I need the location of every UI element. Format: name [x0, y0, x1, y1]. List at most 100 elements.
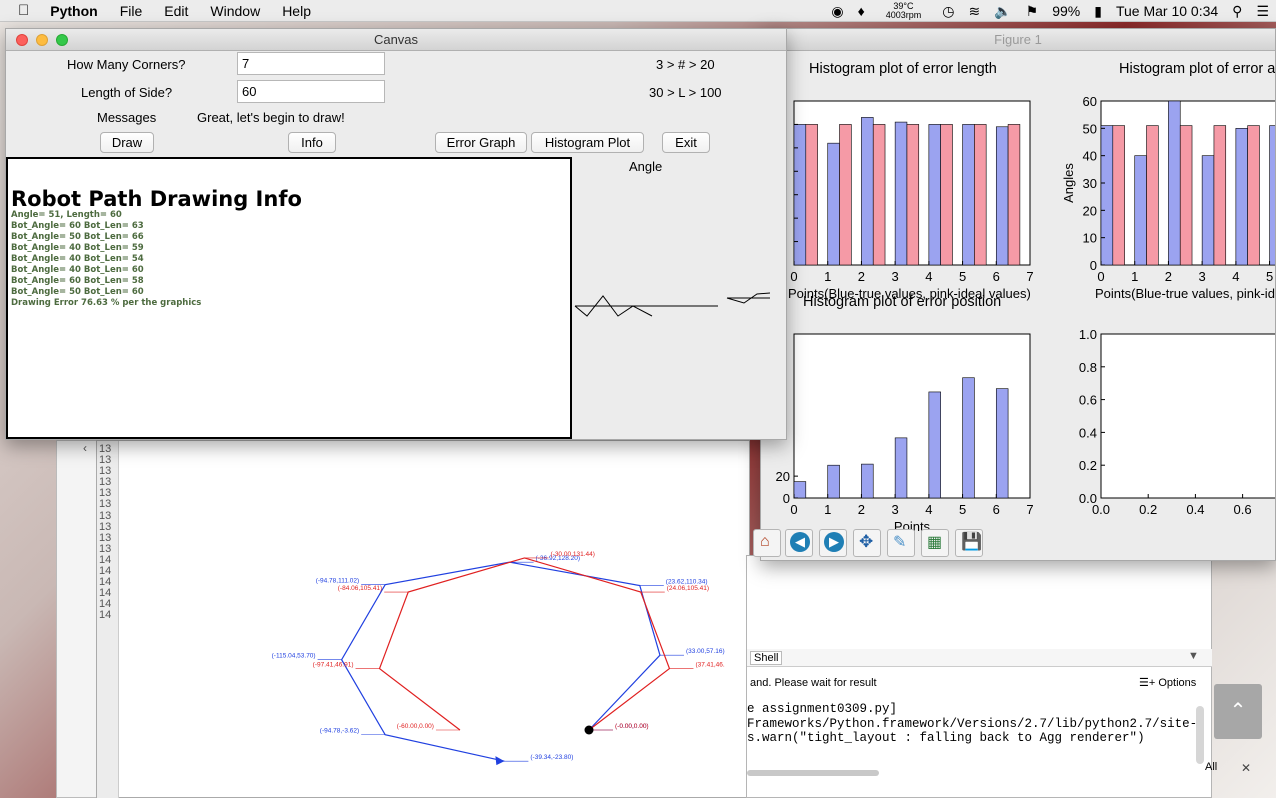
- shell-line: e assignment0309.py]: [747, 702, 898, 716]
- info-line: Bot_Angle= 60 Bot_Len= 58: [11, 276, 144, 286]
- histogram-bar: [1112, 125, 1125, 266]
- histogram-bar: [1100, 125, 1114, 266]
- minimize-window-button[interactable]: [36, 34, 48, 46]
- line-number: 13: [99, 509, 112, 522]
- draw-button[interactable]: Draw: [100, 132, 154, 153]
- corners-hint: 3 > # > 20: [656, 57, 715, 72]
- figure-toolbar: ⌂ ◀ ▶ ✥ ✎ ▦ 💾: [753, 527, 1275, 561]
- side-hint: 30 > L > 100: [649, 85, 722, 100]
- start-point-marker: [584, 725, 594, 735]
- temp-monitor[interactable]: 39°C 4003rpm: [872, 2, 936, 20]
- collapse-icon[interactable]: ‹: [83, 441, 87, 455]
- x-tick-label: 2: [1165, 269, 1172, 284]
- histogram-bar: [894, 437, 908, 499]
- histogram-bar: [1179, 125, 1193, 266]
- histogram-bar: [940, 124, 953, 266]
- line-number-gutter: 13 13 13 13 13 13 13 13 13 13 14 14 14 14 14 14: [97, 441, 119, 798]
- histogram-bar: [805, 124, 818, 266]
- clock[interactable]: Tue Mar 10 0:34: [1109, 3, 1225, 19]
- flag-icon[interactable]: ⚑: [1019, 3, 1046, 20]
- subplots-button[interactable]: ▦: [921, 529, 949, 557]
- x-tick-label: 5: [1266, 269, 1273, 284]
- corners-input[interactable]: 7: [237, 52, 385, 75]
- vertex-label: (-0.00,0.00): [615, 723, 649, 730]
- histogram-bar: [1213, 125, 1227, 266]
- info-line: Bot_Angle= 50 Bot_Len= 66: [11, 232, 144, 242]
- shell-status: and. Please wait for result: [750, 677, 877, 689]
- shell-tabbar: Shell ▼: [747, 649, 1212, 667]
- info-button[interactable]: Info: [288, 132, 336, 153]
- x-tick-label: 3: [892, 269, 899, 284]
- evernote-icon[interactable]: ♦: [851, 3, 872, 19]
- shell-tab[interactable]: Shell: [750, 651, 783, 665]
- histogram-bar: [1134, 155, 1147, 266]
- battery-percent[interactable]: 99%: [1045, 3, 1087, 19]
- home-button[interactable]: ⌂: [753, 529, 781, 557]
- save-button[interactable]: 💾: [955, 529, 983, 557]
- vertex-label: (-97.41,46.91): [313, 662, 354, 669]
- histogram-bar: [1247, 125, 1260, 266]
- shell-output[interactable]: e assignment0309.py] Frameworks/Python.f…: [747, 702, 1197, 762]
- subplot: Histogram plot of error position 0 1 2 3 4 5 6 7…: [776, 294, 1034, 534]
- histogram-bar: [872, 124, 886, 266]
- time-machine-icon[interactable]: ◷: [935, 3, 961, 20]
- window-controls: [16, 34, 68, 46]
- x-tick-label: 2: [858, 269, 865, 284]
- x-tick-label: 5: [959, 269, 966, 284]
- menu-edit[interactable]: Edit: [153, 0, 199, 22]
- info-line: Bot_Angle= 40 Bot_Len= 59: [11, 243, 144, 253]
- zoom-button[interactable]: ✎: [887, 529, 915, 557]
- error-graph-button[interactable]: Error Graph: [435, 132, 527, 153]
- y-tick-label: 0: [783, 491, 790, 506]
- x-tick-label: 0: [1097, 269, 1104, 284]
- volume-icon[interactable]: 🔈: [987, 3, 1018, 20]
- app-menu[interactable]: Python: [39, 0, 108, 22]
- info-line: Angle= 51, Length= 60: [11, 210, 122, 220]
- exit-button[interactable]: Exit: [662, 132, 710, 153]
- zoom-window-button[interactable]: [56, 34, 68, 46]
- options-button[interactable]: ☰+ Options: [1139, 676, 1196, 689]
- x-tick-label: 7: [1026, 269, 1033, 284]
- y-tick-label: 50: [1083, 121, 1097, 136]
- all-button[interactable]: All: [1205, 761, 1217, 773]
- pan-button[interactable]: ✥: [853, 529, 881, 557]
- histogram-bar: [995, 388, 1009, 499]
- angle-label: Angle: [629, 159, 663, 174]
- horizontal-scrollbar[interactable]: [747, 770, 879, 776]
- subplot: 0.0 0.2 0.4 0.60.00.20.40.60.81.0: [1079, 327, 1275, 517]
- back-arrow-icon: ◀: [790, 532, 810, 552]
- scroll-up-button[interactable]: ⌃: [1214, 684, 1262, 739]
- apple-menu-icon[interactable]: : [0, 0, 39, 22]
- vertical-scrollbar[interactable]: [1196, 706, 1204, 764]
- histogram-plot-button[interactable]: Histogram Plot: [531, 132, 644, 153]
- tab-dropdown-icon[interactable]: ▼: [1188, 650, 1199, 662]
- ideal-path-line: [378, 557, 671, 731]
- options-label: Options: [1158, 677, 1197, 689]
- x-tick-label: 4: [925, 269, 932, 284]
- back-button[interactable]: ◀: [785, 529, 813, 557]
- search-icon[interactable]: ⚲: [1225, 3, 1249, 20]
- notification-center-icon[interactable]: ☰: [1249, 3, 1276, 20]
- canvas-titlebar: Canvas: [6, 29, 786, 51]
- x-axis-label: Points(Blue-true values, pink-ideal valu…: [1095, 286, 1275, 301]
- close-window-button[interactable]: [16, 34, 28, 46]
- x-tick-label: 3: [1199, 269, 1206, 284]
- info-line: Drawing Error 76.63 % per the graphics: [11, 298, 202, 308]
- forward-button[interactable]: ▶: [819, 529, 847, 557]
- histogram-bar: [827, 142, 840, 266]
- histogram-bar: [995, 126, 1009, 266]
- menu-window[interactable]: Window: [199, 0, 271, 22]
- info-line: Bot_Angle= 50 Bot_Len= 60: [11, 287, 144, 297]
- info-panel: Robot Path Drawing Info Angle= 51, Lengt…: [6, 157, 572, 439]
- menu-help[interactable]: Help: [271, 0, 322, 22]
- status-area: ◉ ♦ 39°C 4003rpm ◷ ≋ 🔈 ⚑ 99% ▮ Tue Mar 1…: [824, 0, 1276, 22]
- menu-file[interactable]: File: [109, 0, 154, 22]
- close-icon[interactable]: ✕: [1241, 761, 1251, 775]
- histogram-bar: [827, 464, 840, 499]
- spotlight-status-icon[interactable]: ◉: [824, 3, 850, 20]
- subplot: Histogram plot of error angle01234501020…: [1061, 61, 1275, 301]
- wifi-icon[interactable]: ≋: [961, 3, 987, 20]
- battery-icon[interactable]: ▮: [1087, 3, 1109, 20]
- side-input[interactable]: 60: [237, 80, 385, 103]
- fan-readout: 4003rpm: [885, 10, 922, 20]
